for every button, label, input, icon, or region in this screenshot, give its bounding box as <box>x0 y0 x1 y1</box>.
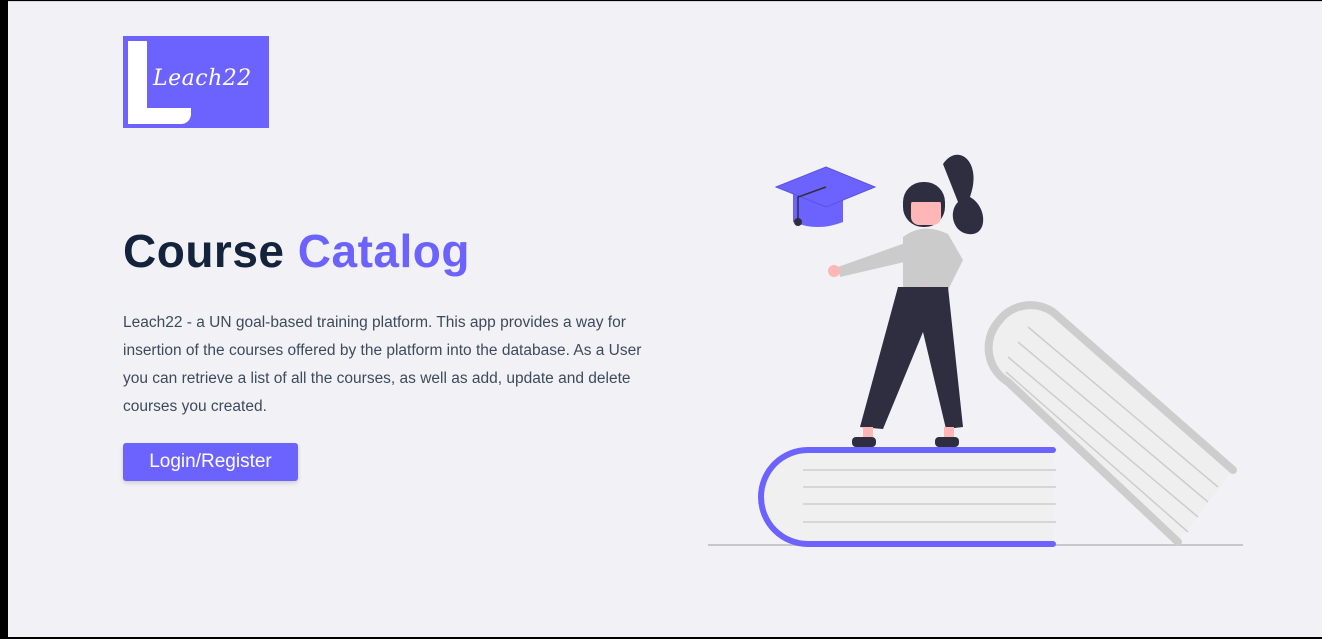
student-on-books-illustration <box>708 154 1243 547</box>
woman-figure-icon <box>828 154 984 447</box>
logo-letter-l-base <box>128 108 191 124</box>
login-register-button[interactable]: Login/Register <box>123 443 298 481</box>
hero-description: Leach22 - a UN goal-based training platf… <box>123 314 642 415</box>
leach22-logo[interactable]: Leach22 <box>123 36 269 128</box>
landing-page: Leach22 Course Catalog Leach22 - a UN go… <box>8 1 1322 637</box>
page-title: Course Catalog <box>123 224 470 278</box>
logo-text: Leach22 <box>153 66 252 91</box>
title-part-1: Course <box>123 225 285 277</box>
lying-book-icon <box>758 447 1056 547</box>
title-part-2: Catalog <box>297 225 470 277</box>
graduation-cap-icon <box>774 166 877 227</box>
